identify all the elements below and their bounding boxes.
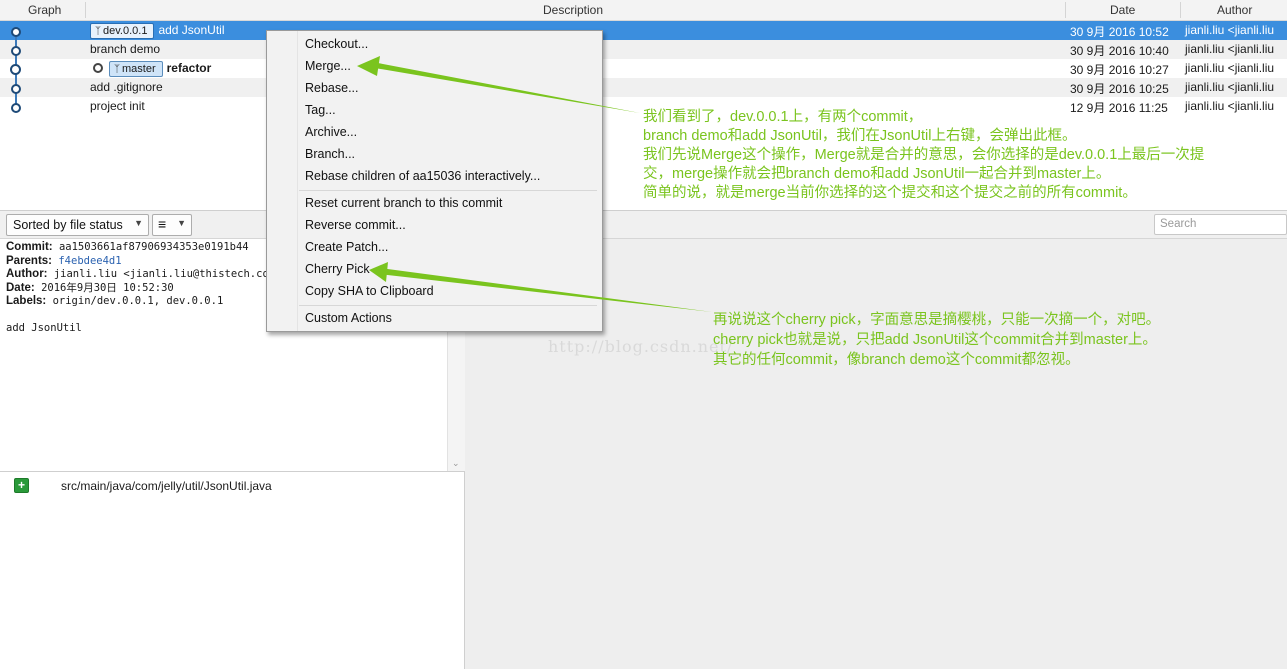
menu-separator [299,305,597,306]
cherry-pick-annotation: 再说说这个cherry pick，字面意思是摘樱桃，只能一次摘一个，对吧。 ch… [713,310,1160,370]
annotation-line: 交，merge操作就会把branch demo和add JsonUtil一起合并… [643,166,1111,182]
commit-message: add JsonUtil [158,23,225,37]
search-placeholder: Search [1160,218,1197,230]
commit-context-menu: Checkout... Merge... Rebase... Tag... Ar… [266,30,603,332]
commit-table-header: Graph Description Date Author [0,0,1287,21]
menu-item-tag[interactable]: Tag... [305,103,336,117]
menu-item-reverse-commit[interactable]: Reverse commit... [305,218,406,232]
commit-labels: origin/dev.0.0.1, dev.0.0.1 [52,295,224,307]
detail-key: Parents: [6,254,53,267]
branch-icon: ᛉ [114,64,120,75]
commit-row[interactable]: ᛉ dev.0.0.1 add JsonUtil 30 9月 2016 10:52 … [0,21,1287,40]
commit-details: Commit: aa1503661af87906934353e0191b44 P… [6,241,281,335]
menu-item-custom-actions[interactable]: Custom Actions [305,311,392,325]
commit-description: ᛉ dev.0.0.1 add JsonUtil [90,23,225,39]
menu-item-checkout[interactable]: Checkout... [305,37,368,51]
menu-item-cherry-pick[interactable]: Cherry Pick [305,262,370,276]
menu-item-merge[interactable]: Merge... [305,59,351,73]
menu-item-archive[interactable]: Archive... [305,125,357,139]
commit-author: jianli.liu <jianli.liu [1185,42,1275,56]
commit-message: refactor [166,61,212,75]
annotation-line: 我们看到了，dev.0.0.1上，有两个commit， [643,109,923,125]
commit-author: jianli.liu <jianli.liu [1185,23,1275,37]
annotation-line: 再说说这个cherry pick，字面意思是摘樱桃，只能一次摘一个，对吧。 [713,312,1161,328]
commit-date: 30 9月 2016 10:52 [1070,25,1169,39]
commit-date: 30 9月 2016 10:27 [1070,63,1169,77]
graph-column-header[interactable]: Graph [28,3,61,17]
menu-item-create-patch[interactable]: Create Patch... [305,240,388,254]
commit-hash: aa1503661af87906934353e0191b44 [58,241,249,253]
detail-key: Author: [6,268,48,280]
file-added-icon: + [14,478,29,493]
detail-key: Date: [6,281,35,294]
sort-dropdown-label: Sorted by file status [13,218,123,232]
commit-message: branch demo [90,42,161,56]
annotation-line: 我们先说Merge这个操作，Merge就是合并的意思，会你选择的是dev.0.0… [643,147,1205,163]
graph-commit-node [11,84,21,94]
column-divider[interactable] [1065,2,1066,18]
branch-icon: ᛉ [95,26,101,37]
commit-row[interactable]: branch demo 30 9月 2016 10:40 jianli.liu … [0,40,1287,59]
watermark: http://blog.csdn.net/ [548,337,734,356]
commit-author-detail: jianli.liu <jianli.liu@thistech.com> [53,268,282,280]
scroll-down-icon[interactable]: ⌄ [452,458,460,469]
file-list-item[interactable]: + src/main/java/com/jelly/util/JsonUtil.… [0,477,464,497]
menu-item-rebase[interactable]: Rebase... [305,81,359,95]
date-column-header[interactable]: Date [1110,3,1135,17]
menu-item-copy-sha[interactable]: Copy SHA to Clipboard [305,284,434,298]
branch-tag-label: master [122,63,156,75]
file-path: src/main/java/com/jelly/util/JsonUtil.ja… [61,479,272,493]
list-icon: ≡ [158,216,167,232]
chevron-down-icon: ▼ [177,218,186,228]
column-divider[interactable] [1180,2,1181,18]
search-input[interactable]: Search [1154,214,1287,235]
menu-icon-gutter [267,31,298,331]
menu-item-rebase-children[interactable]: Rebase children of aa15036 interactively… [305,169,540,183]
commit-row[interactable]: add .gitignore 30 9月 2016 10:25 jianli.l… [0,78,1287,97]
annotation-line: 简单的说，就是merge当前你选择的这个提交和这个提交之前的所有commit。 [643,185,1137,201]
commit-date-detail: 2016年9月30日 10:52:30 [41,281,174,294]
column-divider[interactable] [85,2,86,18]
annotation-line: branch demo和add JsonUtil，我们在JsonUtil上右键，… [643,128,1077,144]
menu-separator [299,190,597,191]
description-column-header[interactable]: Description [543,3,603,17]
view-mode-dropdown[interactable]: ≡ ▼ [152,214,192,236]
pane-splitter[interactable] [0,471,464,472]
detail-key: Commit: [6,241,53,253]
author-column-header[interactable]: Author [1217,3,1252,17]
graph-commit-node [10,64,21,75]
details-toolbar: Sorted by file status ▼ ≡ ▼ Search [0,211,1287,239]
annotation-line: 其它的任何commit，像branch demo这个commit都忽视。 [713,352,1080,368]
annotation-line: cherry pick也就是说，只把add JsonUtil这个commit合并… [713,332,1157,348]
merge-annotation: 我们看到了，dev.0.0.1上，有两个commit， branch demo和… [643,108,1204,203]
detail-key: Labels: [6,295,47,307]
commit-message: add .gitignore [90,80,163,94]
sort-dropdown[interactable]: Sorted by file status ▼ [6,214,149,236]
graph-commit-node [11,46,21,56]
menu-item-reset[interactable]: Reset current branch to this commit [305,196,502,210]
commit-message-body: add JsonUtil [6,321,82,334]
commit-message: project init [90,99,145,113]
graph-commit-node [11,27,21,37]
head-marker-icon [93,62,103,73]
graph-commit-node [11,103,21,113]
chevron-down-icon: ▼ [134,218,143,228]
commit-description: ᛉ master refactor [93,61,211,77]
branch-tag: ᛉ master [109,61,163,77]
commit-row[interactable]: ᛉ master refactor 30 9月 2016 10:27 jianli.… [0,59,1287,78]
commit-date: 30 9月 2016 10:40 [1070,44,1169,58]
branch-tag-label: dev.0.0.1 [103,25,148,37]
parent-hash-link[interactable]: f4ebdee4d1 [58,255,121,267]
commit-author: jianli.liu <jianli.liu [1185,80,1275,94]
commit-date: 30 9月 2016 10:25 [1070,82,1169,96]
branch-tag: ᛉ dev.0.0.1 [90,23,155,39]
menu-item-branch[interactable]: Branch... [305,147,355,161]
commit-author: jianli.liu <jianli.liu [1185,61,1275,75]
